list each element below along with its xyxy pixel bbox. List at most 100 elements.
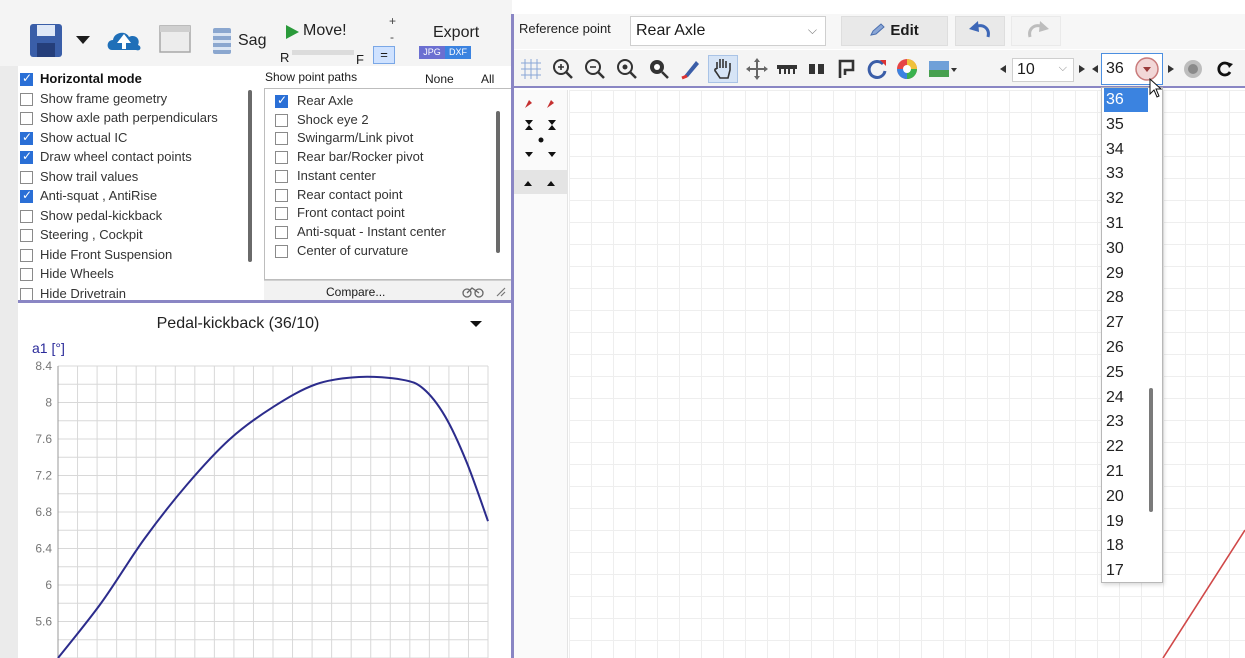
rotate-icon[interactable] <box>1214 58 1236 80</box>
save-icon[interactable] <box>28 22 66 60</box>
option-checkbox[interactable] <box>20 248 33 262</box>
y-tick-label: 6.8 <box>35 505 52 519</box>
option-checkbox[interactable] <box>20 112 33 125</box>
chevron-left-icon[interactable] <box>996 58 1010 80</box>
cog-option[interactable]: 26 <box>1104 336 1148 360</box>
view-toolbar: 10 ⌵ 36 <box>514 50 1245 88</box>
cog-option[interactable]: 35 <box>1104 113 1148 137</box>
arrow-up-tool-button[interactable] <box>514 170 568 194</box>
brush-icon[interactable] <box>680 58 702 80</box>
y-tick-label: 6.4 <box>35 542 52 556</box>
point-path-checkbox[interactable] <box>275 151 288 165</box>
cog-option[interactable]: 22 <box>1104 435 1148 459</box>
cog-option[interactable]: 17 <box>1104 559 1148 583</box>
color-wheel-icon[interactable] <box>896 58 918 80</box>
cog-option[interactable]: 23 <box>1104 410 1148 434</box>
cog-option[interactable]: 34 <box>1104 138 1148 162</box>
option-checkbox[interactable] <box>20 209 33 223</box>
option-checkbox[interactable] <box>20 130 33 145</box>
left-toolbar: Sag Move! + - R F = Export JPG DXF <box>0 0 512 67</box>
undo-button[interactable] <box>955 16 1005 46</box>
zoom-region-icon[interactable] <box>648 58 670 80</box>
export-jpg-button[interactable]: JPG <box>419 46 445 59</box>
bike-icon[interactable] <box>462 286 484 298</box>
red-pin-icon <box>525 100 554 108</box>
options-scrollbar[interactable] <box>248 90 252 262</box>
y-tick-label: 5.6 <box>35 615 52 629</box>
chevron-right-icon[interactable] <box>1165 58 1177 80</box>
reference-point-select[interactable]: Rear Axle ⌵ <box>630 16 826 46</box>
refresh-icon[interactable] <box>866 58 888 80</box>
point-path-checkbox[interactable] <box>275 225 288 239</box>
double-bar-icon[interactable] <box>806 58 828 80</box>
cog-option[interactable]: 25 <box>1104 361 1148 385</box>
zoom-fit-icon[interactable] <box>616 58 638 80</box>
cog-option[interactable]: 27 <box>1104 311 1148 335</box>
move-slider[interactable] <box>292 50 354 55</box>
point-path-checkbox[interactable] <box>275 207 288 221</box>
cog-option[interactable]: 20 <box>1104 485 1148 509</box>
chevron-left-icon[interactable] <box>1089 58 1101 80</box>
all-button[interactable]: All <box>481 72 494 86</box>
option-label: Hide Drivetrain <box>40 285 126 301</box>
point-path-checkbox[interactable] <box>275 169 288 183</box>
battery-icon[interactable] <box>210 26 234 56</box>
cog-option[interactable]: 32 <box>1104 187 1148 211</box>
option-checkbox[interactable] <box>20 149 33 164</box>
play-icon[interactable] <box>284 24 300 40</box>
chevron-down-icon[interactable] <box>74 34 92 46</box>
dropdown-scrollbar[interactable] <box>1149 388 1153 512</box>
cog-option[interactable]: 28 <box>1104 286 1148 310</box>
cloud-upload-icon[interactable] <box>104 22 144 56</box>
option-checkbox[interactable] <box>20 92 33 106</box>
resize-grip-icon[interactable] <box>496 287 506 297</box>
cog-option[interactable]: 18 <box>1104 534 1148 558</box>
paths-scrollbar[interactable] <box>496 111 500 253</box>
cog-option[interactable]: 31 <box>1104 212 1148 236</box>
option-checkbox[interactable] <box>20 71 33 86</box>
cog-option[interactable]: 30 <box>1104 237 1148 261</box>
bracket-icon[interactable] <box>836 58 858 80</box>
window-icon[interactable] <box>158 24 192 54</box>
point-path-label: Front contact point <box>297 205 405 221</box>
cog-option[interactable]: 19 <box>1104 510 1148 534</box>
chainring-select[interactable]: 10 ⌵ <box>1012 58 1074 82</box>
increment-button[interactable]: + <box>389 14 396 28</box>
decrement-button[interactable]: - <box>390 30 394 44</box>
move-button[interactable]: Move! <box>303 22 347 40</box>
chevron-right-icon[interactable] <box>1075 58 1089 80</box>
cog-option[interactable]: 24 <box>1104 386 1148 410</box>
point-path-checkbox[interactable] <box>275 188 288 202</box>
none-button[interactable]: None <box>425 72 454 86</box>
edit-tools-column <box>514 90 568 658</box>
option-checkbox[interactable] <box>20 170 33 184</box>
point-path-checkbox[interactable] <box>275 113 288 127</box>
point-path-checkbox[interactable] <box>275 93 288 108</box>
option-checkbox[interactable] <box>20 229 33 242</box>
point-path-checkbox[interactable] <box>275 244 288 258</box>
reference-bar: Reference point Rear Axle ⌵ Edit <box>514 14 1245 49</box>
option-checkbox[interactable] <box>20 287 33 301</box>
move-icon[interactable] <box>746 58 768 80</box>
zoom-out-icon[interactable] <box>584 58 606 80</box>
zoom-in-icon[interactable] <box>552 58 574 80</box>
redo-button[interactable] <box>1011 16 1061 46</box>
export-dxf-button[interactable]: DXF <box>445 46 471 59</box>
compare-button[interactable]: Compare... <box>326 285 385 299</box>
measure-icon[interactable] <box>776 58 798 80</box>
sag-button[interactable]: Sag <box>238 32 266 50</box>
landscape-icon[interactable] <box>928 58 958 80</box>
cog-option[interactable]: 36 <box>1104 88 1148 112</box>
cog-option[interactable]: 33 <box>1104 162 1148 186</box>
option-checkbox[interactable] <box>20 188 33 203</box>
equal-button[interactable]: = <box>373 46 395 64</box>
grid-icon[interactable] <box>520 58 542 80</box>
record-icon[interactable] <box>1182 58 1204 80</box>
redo-icon <box>1028 21 1049 38</box>
option-checkbox[interactable] <box>20 268 33 281</box>
edit-button[interactable]: Edit <box>841 16 948 46</box>
point-path-checkbox[interactable] <box>275 132 288 146</box>
cog-option[interactable]: 21 <box>1104 460 1148 484</box>
hand-tool-button[interactable] <box>708 55 738 83</box>
cog-option[interactable]: 29 <box>1104 262 1148 286</box>
